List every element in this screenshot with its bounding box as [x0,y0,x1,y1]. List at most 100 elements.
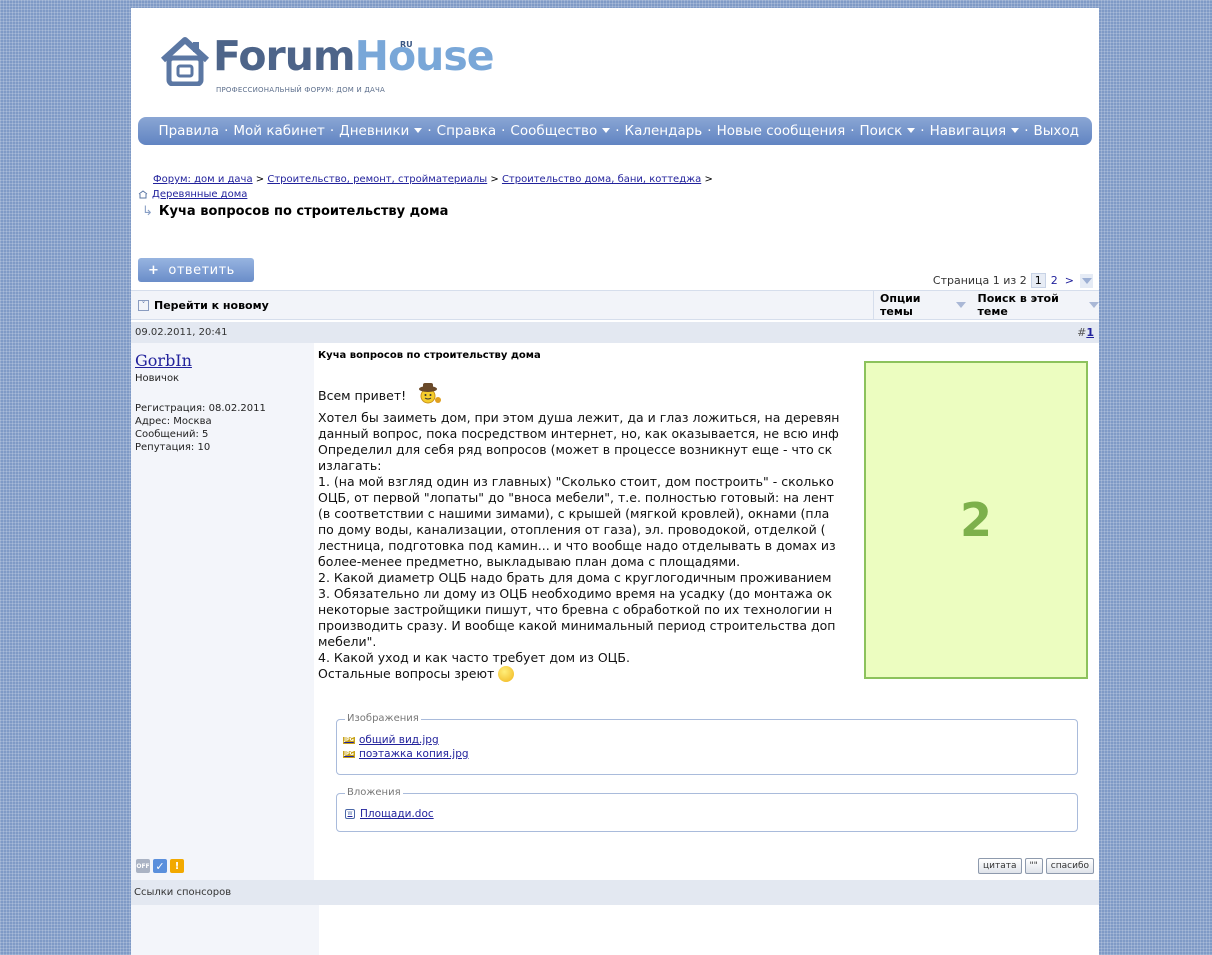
image-placeholder: 2 [864,361,1088,679]
site-logo[interactable]: ForumHouse RU ПРОФЕССИОНАЛЬНЫЙ ФОРУМ: ДО… [159,28,495,108]
attachments-legend: Вложения [345,787,403,798]
quote-button[interactable]: цитата [978,858,1022,874]
chevron-down-icon [602,128,611,133]
logo-ru: RU [400,40,413,49]
nav-community[interactable]: Сообщество [510,123,611,139]
page-container: ForumHouse RU ПРОФЕССИОНАЛЬНЫЙ ФОРУМ: ДО… [131,8,1099,955]
post-line: 3. Обязательно ли дому из ОЦБ необходимо… [318,586,833,601]
arrow-return-icon: ↳ [142,204,153,219]
breadcrumb-wooden-houses[interactable]: Деревянные дома [152,189,247,200]
user-status-icons: OFF ✓ ! [136,859,184,873]
images-attachments: Изображения JPG общий вид.jpg JPG поэтажка… [336,713,1078,775]
nav-navigation[interactable]: Навигация [930,123,1020,139]
nav-my-cabinet[interactable]: Мой кабинет [233,123,325,139]
attachment-doc[interactable]: W Площади.doc [345,808,434,820]
nav-help[interactable]: Справка [437,123,496,139]
post-line: Остальные вопросы зреют [318,666,866,682]
post-greeting: Всем привет! [318,382,866,404]
post-line: (в соответствии с нашими зимами), с крыш… [318,506,830,521]
nav-new-posts[interactable]: Новые сообщения [717,123,846,139]
breadcrumb-row-2: Деревянные дома [138,189,247,200]
post-line: Определил для себя ряд вопросов (может в… [318,442,833,457]
post-line: более-менее предметно, выкладываю план д… [318,554,741,569]
user-details: Регистрация: 08.02.2011 Адрес: Москва Со… [135,402,266,454]
reply-button[interactable]: + ответить [138,258,254,282]
post-line: Хотел бы заиметь дом, при этом душа лежи… [318,410,840,425]
attachment-jpg-2[interactable]: JPG поэтажка копия.jpg [343,748,469,760]
smiley-icon [498,666,515,682]
sponsor-sidebar [131,905,319,955]
home-icon [138,190,148,199]
post-line: производить сразу. И вообще какой минима… [318,618,836,633]
user-posts: Сообщений: 5 [135,429,209,440]
file-attachments: Вложения W Площади.doc [336,787,1078,832]
plus-icon: + [148,262,160,278]
nav-search[interactable]: Поиск [860,123,916,139]
sponsor-label: Ссылки спонсоров [134,887,232,898]
thread-toolbar: ˅ Перейти к новому Опции темы Поиск в эт… [131,290,1099,320]
pagination-label: Страница 1 из 2 [932,274,1027,287]
post-line: мебели". [318,634,377,649]
post-line: данный вопрос, пока посредством интернет… [318,426,839,441]
breadcrumb: Форум: дом и дача > Строительство, ремон… [153,174,713,185]
post-actions: цитата "" спасибо [978,858,1094,874]
post-number[interactable]: #1 [1077,326,1094,339]
multi-quote-button[interactable]: "" [1024,858,1043,874]
logo-tagline: ПРОФЕССИОНАЛЬНЫЙ ФОРУМ: ДОМ И ДАЧА [216,86,385,94]
triangle-down-icon [955,302,966,308]
sponsor-links-bar: Ссылки спонсоров [131,880,1099,905]
thanks-button[interactable]: спасибо [1045,858,1094,874]
post-line: некоторые застройщики пишут, что бревна … [318,602,833,617]
page-current: 1 [1030,273,1046,288]
page-next[interactable]: > [1065,274,1074,287]
search-thread-menu[interactable]: Поиск в этой теме [978,292,1099,318]
images-legend: Изображения [345,713,421,724]
post-body: Всем привет! Хотел бы заиметь дом, при э… [318,380,866,698]
nav-rules[interactable]: Правила [158,123,219,139]
main-nav: Правила · Мой кабинет · Дневники · Справка ·… [138,117,1092,145]
breadcrumb-current: ↳ Куча вопросов по строительству дома [142,204,448,219]
smiley-hat-icon [419,383,442,404]
triangle-down-icon [1089,302,1099,308]
page-link-2[interactable]: 2 [1051,274,1058,287]
post-line: 2. Какой диаметр ОЦБ надо брать для дома… [318,570,832,585]
post-title: Куча вопросов по строительству дома [318,350,541,361]
breadcrumb-construction[interactable]: Строительство, ремонт, стройматериалы [267,174,487,185]
post-line: ОЦБ, от первой "лопаты" до "вноса мебели… [318,490,835,505]
jpg-file-icon: JPG [343,736,355,744]
post-line: лестница, подготовка под камин... и что … [318,538,836,553]
user-rank: Новичок [135,373,180,384]
breadcrumb-house-building[interactable]: Строительство дома, бани, коттеджа [502,174,701,185]
user-address: Адрес: Москва [135,416,212,427]
thread-options-menu[interactable]: Опции темы [880,292,966,318]
nav-logout[interactable]: Выход [1033,123,1079,139]
post-line: по дому воды, канализации, отопления от … [318,522,826,537]
post-line: 4. Какой уход и как часто требует дом из… [318,650,630,665]
offline-status-icon: OFF [136,859,150,873]
username-link[interactable]: GorbIn [135,351,192,370]
jpg-file-icon: JPG [343,750,355,758]
go-to-new-link[interactable]: ˅ Перейти к новому [138,299,269,312]
nav-calendar[interactable]: Календарь [625,123,703,139]
chevron-down-icon [907,128,916,133]
user-reputation: Репутация: 10 [135,442,211,453]
user-registration: Регистрация: 08.02.2011 [135,403,266,414]
post-line: 1. (на мой взгляд один из главных) "Скол… [318,474,834,489]
attachment-jpg-1[interactable]: JPG общий вид.jpg [343,734,469,746]
pagination-menu[interactable] [1080,273,1093,288]
report-warning-icon[interactable]: ! [170,859,184,873]
post-header: 09.02.2011, 20:41 #1 [131,322,1099,343]
chevron-down-icon [414,128,423,133]
checkmark-icon[interactable]: ✓ [153,859,167,873]
chevron-down-icon [1011,128,1020,133]
breadcrumb-root[interactable]: Форум: дом и дача [153,174,253,185]
logo-wordmark: ForumHouse [213,32,495,80]
nav-diaries[interactable]: Дневники [339,123,423,139]
doc-file-icon: W [345,809,355,819]
chevron-down-icon: ˅ [138,300,149,311]
user-info-column: GorbIn Новичок Регистрация: 08.02.2011 А… [131,343,314,955]
page-title: Куча вопросов по строительству дома [158,204,449,219]
post-date: 09.02.2011, 20:41 [135,327,228,338]
pagination: Страница 1 из 2 1 2 > [933,273,1093,288]
post-line: излагать: [318,458,382,473]
